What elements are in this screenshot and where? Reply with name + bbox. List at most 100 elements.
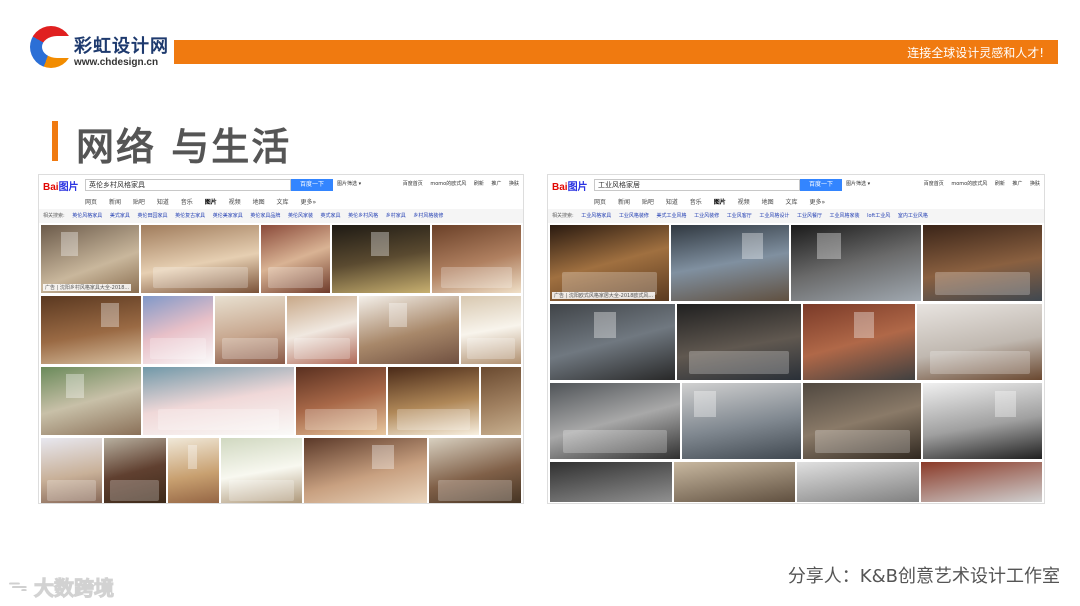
image-result[interactable] (215, 296, 285, 364)
nav-item[interactable]: 视频 (229, 199, 241, 206)
image-result[interactable] (802, 383, 922, 459)
nav-item[interactable]: 新闻 (618, 199, 630, 206)
image-result[interactable] (41, 438, 103, 503)
image-result[interactable] (923, 383, 1042, 459)
image-result[interactable] (296, 367, 387, 435)
image-result[interactable] (41, 296, 141, 364)
nav-item[interactable]: 地图 (253, 199, 265, 206)
header-banner: 连接全球设计灵感和人才! (174, 40, 1058, 64)
related-link[interactable]: 英伦美家家具 (213, 213, 243, 219)
image-result[interactable] (682, 383, 801, 459)
image-result[interactable] (550, 383, 681, 459)
ad-caption[interactable]: 广告 | 沈阳乡村风格家具大全-2018... (43, 284, 132, 291)
image-result[interactable] (791, 225, 922, 301)
search-button[interactable]: 百度一下 (291, 179, 333, 191)
image-result[interactable] (676, 304, 802, 380)
image-result[interactable] (167, 438, 219, 503)
related-link[interactable]: 美式家具 (110, 213, 130, 219)
related-link[interactable]: 乡村风格装修 (413, 213, 443, 219)
image-filter-dropdown[interactable]: 图片筛选 ▾ (846, 180, 870, 187)
search-nav: 网页 新闻 贴吧 知道 音乐 图片 视频 地图 文库 更多» (594, 197, 825, 206)
image-result[interactable] (920, 462, 1042, 502)
nav-item[interactable]: 更多» (809, 199, 825, 206)
nav-item[interactable]: 知道 (157, 199, 169, 206)
nav-item-active[interactable]: 图片 (714, 199, 726, 206)
related-link[interactable]: 工业风客厅 (727, 213, 752, 219)
image-result[interactable] (41, 367, 142, 435)
image-results-grid: 广告 | 沈阳乡村风格家具大全-2018... (41, 225, 522, 503)
image-result[interactable] (797, 462, 919, 502)
nav-item[interactable]: 视频 (738, 199, 750, 206)
image-results-grid: 广告 | 沈阳欧式风格家居大全-2018欧式风... (550, 225, 1042, 503)
search-input[interactable]: 工业风格家居 (594, 179, 800, 191)
related-link[interactable]: 工业风餐厅 (797, 213, 822, 219)
image-result[interactable] (104, 438, 166, 503)
top-links[interactable]: 百度首页 momo的欧式风 刷新 推广 换肤 (924, 180, 1040, 187)
related-link[interactable]: 工业风格家装 (830, 213, 860, 219)
nav-item[interactable]: 更多» (300, 199, 316, 206)
nav-item[interactable]: 网页 (85, 199, 97, 206)
image-result[interactable] (143, 367, 295, 435)
image-filter-dropdown[interactable]: 图片筛选 ▾ (337, 180, 361, 187)
image-result[interactable] (332, 225, 431, 293)
image-result[interactable] (917, 304, 1042, 380)
related-link[interactable]: loft工业风 (867, 213, 890, 219)
title-accent-bar (52, 121, 58, 161)
image-result[interactable] (923, 225, 1042, 301)
image-result[interactable] (803, 304, 916, 380)
related-link[interactable]: 英伦田园家具 (138, 213, 168, 219)
image-result[interactable] (429, 438, 521, 503)
image-result[interactable] (550, 304, 675, 380)
image-result[interactable] (287, 296, 357, 364)
image-result[interactable] (461, 296, 521, 364)
related-link[interactable]: 英式家具 (321, 213, 341, 219)
image-result[interactable]: 广告 | 沈阳欧式风格家居大全-2018欧式风... (550, 225, 669, 301)
top-links[interactable]: 百度首页 momo的欧式风 刷新 推广 换肤 (403, 180, 519, 187)
nav-item[interactable]: 知道 (666, 199, 678, 206)
nav-item[interactable]: 网页 (594, 199, 606, 206)
search-input[interactable]: 英伦乡村风格家具 (85, 179, 291, 191)
nav-item[interactable]: 贴吧 (642, 199, 654, 206)
brand-name: 彩虹设计网 (74, 36, 169, 57)
image-result[interactable] (141, 225, 260, 293)
related-link[interactable]: 英伦乡村风格 (348, 213, 378, 219)
image-result[interactable] (432, 225, 521, 293)
nav-item[interactable]: 新闻 (109, 199, 121, 206)
nav-item[interactable]: 贴吧 (133, 199, 145, 206)
nav-item[interactable]: 文库 (277, 199, 289, 206)
nav-item[interactable]: 地图 (762, 199, 774, 206)
image-result[interactable] (359, 296, 459, 364)
header-slogan: 连接全球设计灵感和人才! (907, 46, 1044, 60)
related-link[interactable]: 工业风装修 (694, 213, 719, 219)
related-link[interactable]: 英伦复古家具 (175, 213, 205, 219)
nav-item[interactable]: 文库 (786, 199, 798, 206)
search-button[interactable]: 百度一下 (800, 179, 842, 191)
image-result[interactable]: 广告 | 沈阳乡村风格家具大全-2018... (41, 225, 140, 293)
related-link[interactable]: 乡村家具 (386, 213, 406, 219)
image-result[interactable] (143, 296, 213, 364)
rainbow-logo-icon (30, 26, 72, 68)
related-link[interactable]: 英伦风格家具 (72, 213, 102, 219)
image-result[interactable] (670, 225, 790, 301)
nav-item-active[interactable]: 图片 (205, 199, 217, 206)
ad-caption[interactable]: 广告 | 沈阳欧式风格家居大全-2018欧式风... (552, 292, 656, 299)
image-result[interactable] (673, 462, 795, 502)
image-result[interactable] (220, 438, 303, 503)
related-link[interactable]: 室内工业风格 (898, 213, 928, 219)
related-link[interactable]: 工业风格设计 (759, 213, 789, 219)
sharer-credit: 分享人：K&B创意艺术设计工作室 (787, 566, 1060, 587)
related-link[interactable]: 英伦家具品牌 (250, 213, 280, 219)
related-link[interactable]: 英伦风家装 (288, 213, 313, 219)
related-link[interactable]: 工业风格装修 (619, 213, 649, 219)
right-search-screenshot: Bai图片 工业风格家居 百度一下 图片筛选 ▾ 百度首页 momo的欧式风 刷… (547, 174, 1045, 504)
nav-item[interactable]: 音乐 (690, 199, 702, 206)
brand-logo: 彩虹设计网 www.chdesign.cn (30, 26, 170, 70)
image-result[interactable] (388, 367, 479, 435)
related-link[interactable]: 工业风格家具 (581, 213, 611, 219)
image-result[interactable] (261, 225, 331, 293)
image-result[interactable] (480, 367, 522, 435)
nav-item[interactable]: 音乐 (181, 199, 193, 206)
image-result[interactable] (304, 438, 428, 503)
image-result[interactable] (550, 462, 672, 502)
related-link[interactable]: 美式工业风格 (657, 213, 687, 219)
